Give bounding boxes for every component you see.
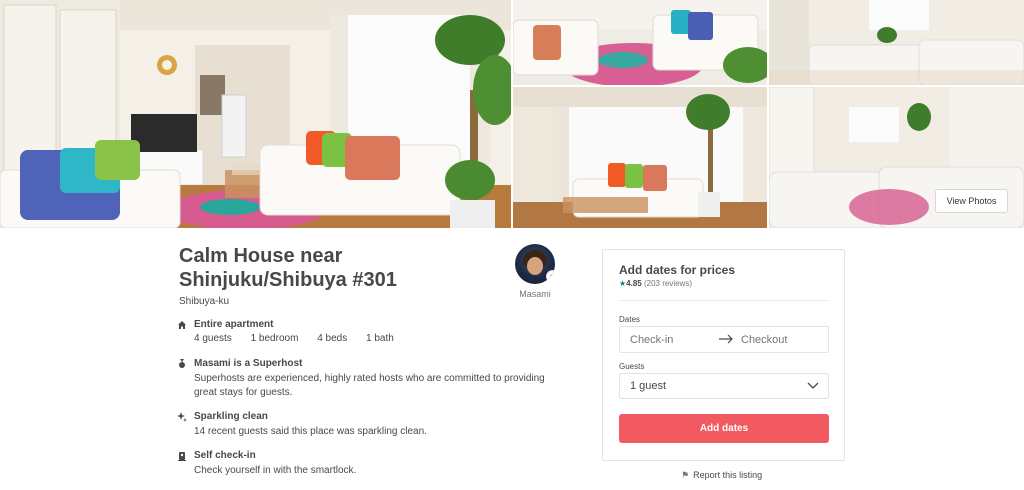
listing-title-line2: Shinjuku/Shibuya #301 (179, 269, 397, 291)
superhost-badge-heart-icon: ♥ (546, 270, 555, 283)
avatar-face (527, 257, 543, 275)
booking-card: Add dates for prices ★4.85 (203 reviews)… (602, 249, 845, 461)
listing-location[interactable]: Shibuya-ku (179, 296, 229, 307)
report-listing-link[interactable]: ⚑ Report this listing (681, 470, 762, 481)
listing-title: Calm House near Shinjuku/Shibuya #301 (179, 244, 499, 292)
chevron-down-icon (807, 382, 819, 389)
lock-icon (178, 452, 186, 461)
guests-select[interactable]: 1 guest (619, 373, 829, 399)
highlight-description: 14 recent guests said this place was spa… (194, 426, 427, 437)
review-count[interactable]: (203 reviews) (644, 279, 692, 288)
guest-count: 4 guests (194, 333, 232, 344)
rating-value: 4.85 (626, 279, 642, 288)
photo-living-room-3[interactable] (513, 87, 767, 228)
dates-label: Dates (619, 315, 640, 324)
host-profile[interactable]: ♥ Masami (512, 244, 558, 299)
highlight-title: Masami is a Superhost (194, 358, 303, 369)
highlight-description: Superhosts are experienced, highly rated… (194, 373, 545, 398)
photo-gallery: View Photos (0, 0, 1024, 228)
room-stats: 4 guests 1 bedroom 4 beds 1 bath (194, 333, 410, 344)
photo-bedroom[interactable] (769, 0, 1024, 85)
checkin-input[interactable]: Check-in (630, 334, 673, 346)
report-label: Report this listing (693, 470, 763, 480)
bed-count: 4 beds (317, 333, 348, 344)
highlight-title: Self check-in (194, 450, 256, 461)
highlight-title: Entire apartment (194, 319, 274, 330)
photo-living-room-main[interactable] (0, 0, 511, 228)
highlight-title: Sparkling clean (194, 411, 268, 422)
host-name[interactable]: Masami (512, 289, 558, 299)
dates-picker[interactable]: Check-in Checkout (619, 326, 829, 353)
home-icon (178, 321, 186, 329)
listing-title-line1: Calm House near (179, 245, 343, 267)
bath-count: 1 bath (366, 333, 394, 344)
add-dates-button[interactable]: Add dates (619, 414, 829, 443)
guests-label: Guests (619, 362, 645, 371)
rating-summary[interactable]: ★4.85 (203 reviews) (619, 279, 692, 288)
guests-value: 1 guest (630, 380, 667, 392)
view-photos-button[interactable]: View Photos (935, 189, 1008, 213)
flag-icon: ⚑ (681, 470, 690, 480)
photo-living-room-2[interactable] (513, 0, 767, 85)
checkout-input[interactable]: Checkout (741, 334, 787, 346)
highlight-description: Check yourself in with the smartlock. (194, 465, 357, 476)
host-avatar[interactable]: ♥ (515, 244, 555, 284)
medal-icon (179, 359, 185, 368)
bedroom-count: 1 bedroom (250, 333, 299, 344)
booking-title: Add dates for prices (619, 263, 736, 277)
arrow-right-icon (719, 334, 733, 344)
card-divider (619, 300, 829, 301)
sparkle-icon (177, 412, 187, 422)
